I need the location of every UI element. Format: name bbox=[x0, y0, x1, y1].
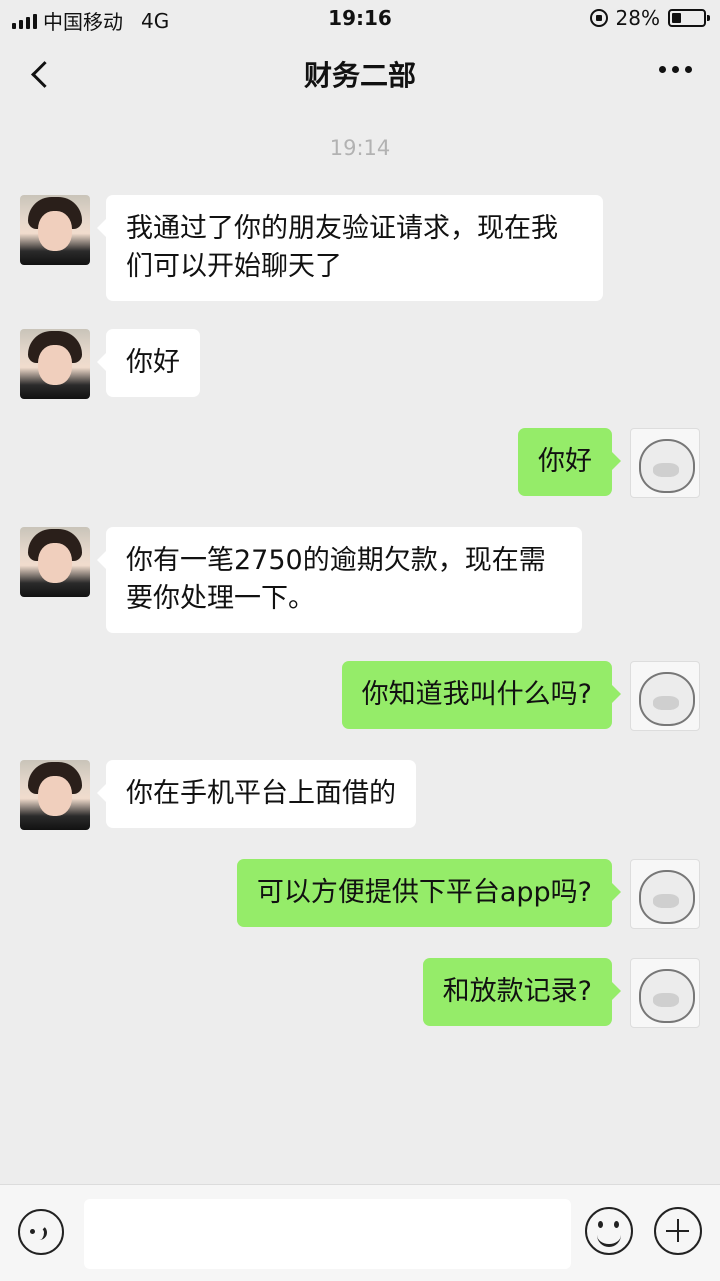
contact-avatar[interactable] bbox=[20, 527, 90, 597]
message-sent: 你好 bbox=[518, 428, 700, 498]
chat-title: 财务二部 bbox=[303, 59, 416, 92]
message-bubble[interactable]: 可以方便提供下平台app吗? bbox=[236, 859, 622, 927]
message-sent: 可以方便提供下平台app吗? bbox=[236, 859, 700, 929]
battery-percent: 28% bbox=[615, 6, 660, 30]
voice-icon[interactable] bbox=[18, 1209, 64, 1255]
rotation-lock-icon bbox=[589, 9, 608, 27]
user-avatar[interactable] bbox=[630, 661, 700, 731]
status-right: 28% bbox=[589, 6, 710, 30]
contact-avatar[interactable] bbox=[20, 195, 90, 265]
status-bar: 中国移动 4G 19:16 28% bbox=[0, 0, 720, 36]
message-received: 你好 bbox=[20, 329, 200, 399]
chat-timestamp: 19:14 bbox=[329, 136, 391, 160]
message-input[interactable] bbox=[84, 1199, 571, 1269]
message-received: 我通过了你的朋友验证请求，现在我们可以开始聊天了 bbox=[20, 195, 603, 301]
message-bubble[interactable]: 你好 bbox=[97, 329, 200, 397]
message-bubble[interactable]: 你好 bbox=[518, 428, 621, 496]
message-bubble[interactable]: 你有一笔2750的逾期欠款，现在需要你处理一下。 bbox=[97, 527, 582, 633]
message-bubble[interactable]: 我通过了你的朋友验证请求，现在我们可以开始聊天了 bbox=[97, 195, 603, 301]
message-received: 你有一笔2750的逾期欠款，现在需要你处理一下。 bbox=[20, 527, 582, 633]
nav-bar: 财务二部 bbox=[0, 36, 720, 112]
message-bubble[interactable]: 你在手机平台上面借的 bbox=[97, 760, 416, 828]
user-avatar[interactable] bbox=[630, 859, 700, 929]
more-options-icon[interactable] bbox=[659, 66, 692, 73]
message-bubble[interactable]: 和放款记录? bbox=[422, 958, 622, 1026]
message-sent: 你知道我叫什么吗? bbox=[341, 661, 700, 731]
contact-avatar[interactable] bbox=[20, 329, 90, 399]
message-bubble[interactable]: 你知道我叫什么吗? bbox=[341, 661, 622, 729]
emoji-icon[interactable] bbox=[585, 1207, 633, 1255]
input-bar bbox=[0, 1184, 720, 1281]
battery-icon bbox=[668, 9, 710, 27]
contact-avatar[interactable] bbox=[20, 760, 90, 830]
message-sent: 和放款记录? bbox=[422, 958, 700, 1028]
message-received: 你在手机平台上面借的 bbox=[20, 760, 416, 830]
user-avatar[interactable] bbox=[630, 958, 700, 1028]
plus-icon[interactable] bbox=[654, 1207, 702, 1255]
user-avatar[interactable] bbox=[630, 428, 700, 498]
